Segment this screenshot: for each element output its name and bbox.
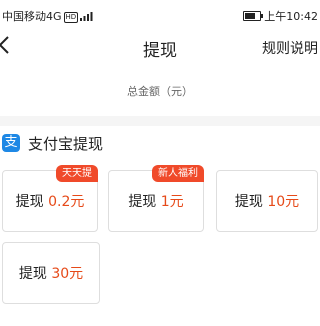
alipay-withdraw-section: 支 支付宝提现 提现 0.2元 天天提 提现 1元 新人福利 提现 10元 提现… (0, 126, 320, 326)
hd-icon: HD (63, 12, 79, 23)
option-amount: 10元 (267, 194, 300, 210)
promo-badge: 天天提 (56, 165, 98, 182)
option-label: 提现 0.2元 (3, 191, 97, 211)
total-amount-label: 总金额（元） (127, 85, 193, 98)
signal-icon (80, 12, 93, 21)
withdraw-option-10[interactable]: 提现 10元 (216, 170, 318, 232)
status-left: 中国移动4G HD (2, 8, 96, 24)
status-right: 上午10:42 (243, 8, 318, 24)
status-bar: 中国移动4G HD 上午10:42 (0, 0, 320, 30)
option-label: 提现 1元 (109, 191, 203, 211)
withdraw-option-30[interactable]: 提现 30元 (2, 242, 100, 304)
option-label: 提现 30元 (3, 263, 99, 283)
nav-bar: 提现 规则说明 (0, 30, 320, 64)
promo-badge: 新人福利 (152, 165, 204, 182)
option-label: 提现 10元 (217, 191, 317, 211)
battery-icon (243, 11, 264, 21)
option-amount: 1元 (160, 194, 184, 210)
option-amount: 0.2元 (48, 194, 85, 210)
section-title: 支付宝提现 (28, 135, 104, 153)
option-prefix: 提现 (18, 266, 47, 282)
carrier-text: 中国移动4G (2, 10, 62, 23)
withdraw-option-1[interactable]: 提现 1元 新人福利 (108, 165, 204, 232)
option-amount: 30元 (51, 266, 84, 282)
option-prefix: 提现 (234, 194, 263, 210)
withdraw-option-0-2[interactable]: 提现 0.2元 天天提 (2, 165, 98, 232)
clock-text: 上午10:42 (264, 10, 318, 23)
rules-link[interactable]: 规则说明 (262, 38, 318, 58)
alipay-icon: 支 (2, 134, 20, 152)
option-prefix: 提现 (128, 194, 157, 210)
total-amount-panel: 总金额（元） (0, 64, 320, 116)
option-prefix: 提现 (15, 194, 44, 210)
